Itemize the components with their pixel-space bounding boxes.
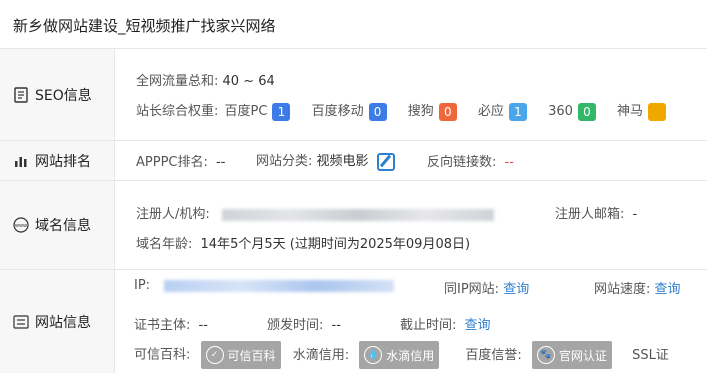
seo-label-cell: SEO信息 bbox=[0, 49, 115, 140]
weight-badge: 1 bbox=[272, 102, 291, 121]
domain-section: www 域名信息 注册人/机构: 注册人邮箱: - 域名年龄: 14年5个月5天… bbox=[0, 181, 707, 270]
seal-icon: ✓ bbox=[205, 346, 224, 364]
page-title: 新乡做网站建设_短视频推广找家兴网络 bbox=[0, 0, 707, 49]
water-badge[interactable]: 💧 水滴信用 bbox=[359, 341, 440, 369]
weight-badge: 1 bbox=[508, 102, 527, 121]
expire-query-link[interactable]: 查询 bbox=[465, 318, 491, 333]
category-label: 网站分类: bbox=[256, 154, 313, 169]
age-label: 域名年龄: bbox=[136, 237, 193, 252]
apppc-value: -- bbox=[216, 155, 226, 170]
issue-line: 颁发时间: -- bbox=[267, 314, 341, 333]
expire-line: 截止时间: 查询 bbox=[400, 314, 491, 333]
rank-label-cell: 网站排名 bbox=[0, 141, 115, 180]
email-label: 注册人邮箱: bbox=[555, 207, 625, 222]
weight-badge: 0 bbox=[577, 102, 596, 121]
engine-baidu-pc[interactable]: 百度PC 1 bbox=[225, 102, 291, 121]
registrant-label: 注册人/机构: bbox=[136, 207, 210, 222]
speed-label: 网站速度: bbox=[594, 282, 651, 297]
ip-value-blurred[interactable] bbox=[164, 279, 395, 292]
traffic-label: 全网流量总和: bbox=[136, 74, 219, 89]
apppc-line: APPPC排名: -- bbox=[136, 151, 225, 170]
speed-line: 网站速度: 查询 bbox=[594, 278, 681, 297]
weight-badge: 0 bbox=[368, 102, 387, 121]
list-icon bbox=[13, 314, 29, 330]
weight-badge bbox=[648, 102, 667, 121]
engine-baidu-mobile[interactable]: 百度移动 0 bbox=[312, 102, 387, 121]
cert-subject-line: 证书主体: -- bbox=[134, 314, 208, 333]
issue-label: 颁发时间: bbox=[267, 318, 324, 333]
weight-line: 站长综合权重: 百度PC 1 百度移动 0 搜狗 0 必应 1 360 0 神马 bbox=[136, 100, 667, 121]
ip-label: IP: bbox=[134, 278, 151, 293]
engine-bing[interactable]: 必应 1 bbox=[478, 102, 527, 121]
baidu-label: 百度信誉: bbox=[465, 347, 522, 363]
backlinks-line: 反向链接数: -- bbox=[427, 151, 514, 170]
domain-label: 域名信息 bbox=[35, 218, 91, 234]
baike-badge[interactable]: ✓ 可信百科 bbox=[200, 341, 281, 369]
apppc-label: APPPC排名: bbox=[136, 155, 208, 170]
age-line: 域名年龄: 14年5个月5天 (过期时间为2025年09月08日) bbox=[136, 233, 470, 252]
expire-label: 截止时间: bbox=[400, 318, 457, 333]
traffic-value: 40 ~ 64 bbox=[222, 74, 275, 89]
same-ip-query-link[interactable]: 查询 bbox=[503, 282, 529, 297]
category-value: 视频电影 bbox=[316, 154, 369, 169]
weight-badge: 0 bbox=[438, 102, 457, 121]
email-value: - bbox=[632, 207, 638, 222]
credit-line: 可信百科: ✓ 可信百科 水滴信用: 💧 水滴信用 百度信誉: 🐾 官网认证 SSL证 bbox=[134, 341, 669, 369]
seo-label: SEO信息 bbox=[35, 87, 92, 104]
domain-label-cell: www 域名信息 bbox=[0, 181, 115, 269]
issue-value: -- bbox=[331, 318, 341, 333]
traffic-line: 全网流量总和: 40 ~ 64 bbox=[136, 70, 275, 89]
registrant-line: 注册人/机构: bbox=[136, 203, 494, 222]
rank-section: 网站排名 APPPC排名: -- 网站分类: 视频电影 反向链接数: -- bbox=[0, 141, 707, 181]
same-ip-label: 同IP网站: bbox=[444, 282, 500, 297]
backlinks-value: -- bbox=[504, 155, 514, 170]
age-value: 14年5个月5天 (过期时间为2025年09月08日) bbox=[200, 237, 471, 252]
engine-sogou[interactable]: 搜狗 0 bbox=[408, 102, 457, 121]
ssl-label: SSL证 bbox=[632, 347, 669, 363]
water-drop-icon: 💧 bbox=[364, 346, 383, 364]
seo-section: SEO信息 全网流量总和: 40 ~ 64 站长综合权重: 百度PC 1 百度移动… bbox=[0, 49, 707, 141]
edit-icon[interactable] bbox=[376, 152, 395, 171]
cert-subject-label: 证书主体: bbox=[134, 318, 191, 333]
site-section: 网站信息 IP: 同IP网站: 查询 网站速度: 查询 证书主体: -- 颁发时… bbox=[0, 270, 707, 373]
email-line: 注册人邮箱: - bbox=[555, 203, 637, 222]
document-icon bbox=[13, 86, 29, 103]
cert-subject-value: -- bbox=[198, 318, 208, 333]
weight-label: 站长综合权重: bbox=[136, 104, 219, 119]
svg-text:www: www bbox=[15, 223, 27, 229]
rank-label: 网站排名 bbox=[35, 153, 91, 170]
backlinks-label: 反向链接数: bbox=[427, 155, 497, 170]
registrant-value-blurred bbox=[221, 208, 494, 221]
baike-label: 可信百科: bbox=[134, 347, 191, 363]
same-ip-line: 同IP网站: 查询 bbox=[444, 278, 529, 297]
ip-line: IP: bbox=[134, 278, 395, 293]
bar-chart-icon bbox=[13, 153, 29, 169]
speed-query-link[interactable]: 查询 bbox=[655, 282, 681, 297]
engine-360[interactable]: 360 0 bbox=[548, 102, 596, 121]
category-line: 网站分类: 视频电影 bbox=[256, 150, 395, 171]
site-label-cell: 网站信息 bbox=[0, 270, 115, 373]
paw-icon: 🐾 bbox=[536, 346, 555, 364]
engine-shenma[interactable]: 神马 bbox=[617, 102, 667, 121]
water-label: 水滴信用: bbox=[292, 347, 350, 363]
site-label: 网站信息 bbox=[35, 314, 91, 331]
www-globe-icon: www bbox=[13, 217, 29, 233]
baidu-badge[interactable]: 🐾 官网认证 bbox=[531, 341, 612, 369]
